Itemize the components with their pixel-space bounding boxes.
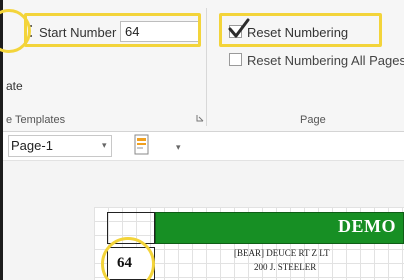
detail-line-1: [BEAR] DEUCE RT Z LT — [234, 248, 330, 258]
ribbon-separator — [206, 8, 207, 126]
chevron-down-icon[interactable]: ▾ — [102, 140, 107, 151]
header-title: DEMO — [338, 216, 396, 236]
start-number-highlight — [24, 13, 201, 47]
date-button-label[interactable]: ate — [6, 79, 23, 93]
reset-all-pages-checkbox[interactable] — [229, 53, 242, 66]
reset-all-pages-label: Reset Numbering All Pages — [247, 53, 404, 68]
templates-group-label: e Templates — [6, 114, 66, 126]
template-select-value: Page-1 — [11, 138, 53, 153]
more-chevron-icon[interactable]: ▾ — [176, 142, 181, 153]
dialog-launcher-icon[interactable] — [196, 114, 204, 122]
page-group-label: Page — [300, 114, 326, 126]
page-template-icon[interactable] — [133, 134, 151, 156]
detail-line-2: 200 J. STEELER — [254, 262, 317, 272]
reset-numbering-highlight — [219, 13, 382, 47]
